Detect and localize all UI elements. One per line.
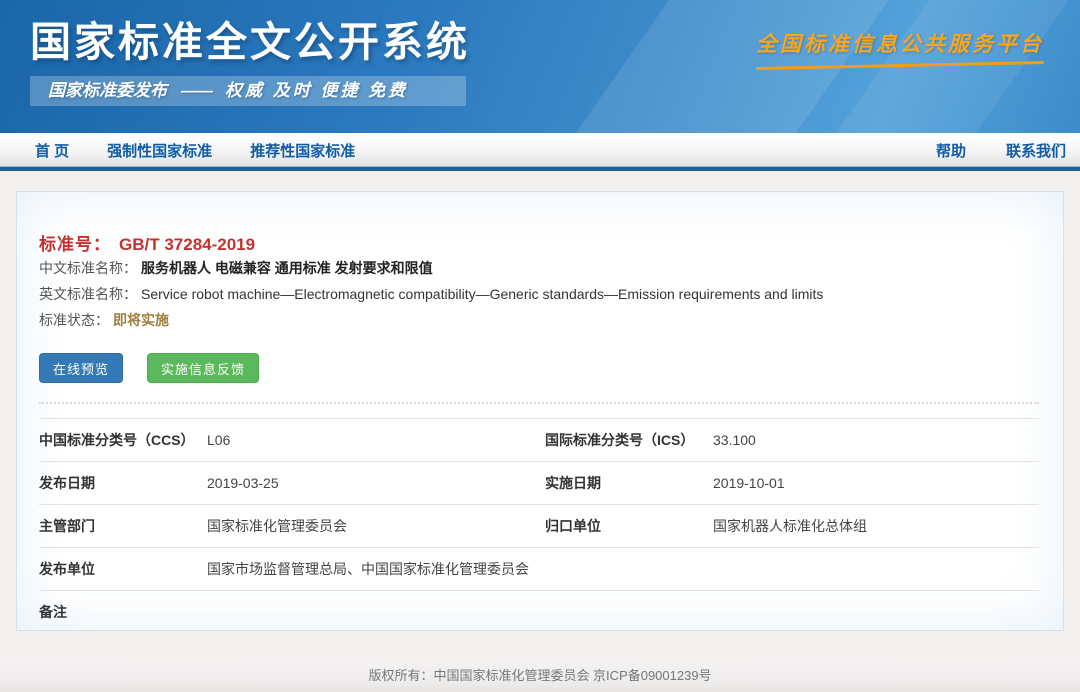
- ics-value: 33.100: [713, 419, 1039, 462]
- table-row-remarks: 备注: [39, 591, 1039, 634]
- table-row-classification: 中国标准分类号（CCS） L06 国际标准分类号（ICS） 33.100: [39, 419, 1039, 462]
- en-name-label: 英文标准名称：: [39, 286, 137, 302]
- ics-label: 国际标准分类号（ICS）: [545, 419, 713, 462]
- ccs-label: 中国标准分类号（CCS）: [39, 419, 207, 462]
- table-row-publisher: 发布单位 国家市场监督管理总局、中国国家标准化管理委员会: [39, 548, 1039, 591]
- implement-date-value: 2019-10-01: [713, 462, 1039, 505]
- navbar-left: 首 页 强制性国家标准 推荐性国家标准: [35, 140, 355, 161]
- en-name-line: 英文标准名称：Service robot machine—Electromagn…: [39, 281, 1039, 307]
- platform-link[interactable]: 全国标准信息公共服务平台: [756, 28, 1044, 67]
- centralized-unit-value: 国家机器人标准化总体组: [713, 505, 1039, 548]
- page-footer: 版权所有：中国国家标准化管理委员会 京ICP备09001239号: [0, 656, 1080, 692]
- competent-dept-value: 国家标准化管理委员会: [207, 505, 545, 548]
- dotted-divider: [39, 402, 1039, 404]
- remarks-value: [207, 591, 1039, 634]
- competent-dept-label: 主管部门: [39, 505, 207, 548]
- site-banner: 国家标准全文公开系统 全国标准信息公共服务平台 国家标准委发布 —— 权威 及时 便…: [0, 0, 1080, 133]
- ccs-value: L06: [207, 419, 545, 462]
- main-navbar: 首 页 强制性国家标准 推荐性国家标准 帮助 联系我们: [0, 133, 1080, 166]
- site-title: 国家标准全文公开系统: [30, 8, 470, 68]
- publisher-label: 发布单位: [39, 548, 207, 591]
- cn-name-value: 服务机器人 电磁兼容 通用标准 发射要求和限值: [141, 260, 433, 276]
- subtitle-dash: ——: [181, 81, 211, 100]
- online-preview-button[interactable]: 在线预览: [39, 353, 123, 383]
- nav-item-contact[interactable]: 联系我们: [1006, 140, 1066, 161]
- cn-name-line: 中文标准名称：服务机器人 电磁兼容 通用标准 发射要求和限值: [39, 255, 1039, 281]
- implementation-feedback-button[interactable]: 实施信息反馈: [147, 353, 259, 383]
- table-row-departments: 主管部门 国家标准化管理委员会 归口单位 国家机器人标准化总体组: [39, 505, 1039, 548]
- publish-date-value: 2019-03-25: [207, 462, 545, 505]
- publisher-value: 国家市场监督管理总局、中国国家标准化管理委员会: [207, 548, 1039, 591]
- publish-date-label: 发布日期: [39, 462, 207, 505]
- en-name-value: Service robot machine—Electromagnetic co…: [141, 286, 823, 302]
- standard-info-table: 中国标准分类号（CCS） L06 国际标准分类号（ICS） 33.100 发布日…: [39, 418, 1039, 633]
- action-button-row: 在线预览 实施信息反馈: [39, 353, 1039, 383]
- platform-link-text: 全国标准信息公共服务平台: [756, 28, 1044, 58]
- nav-item-help[interactable]: 帮助: [936, 140, 966, 161]
- standard-number-line: 标准号： GB/T 37284-2019: [39, 230, 1039, 255]
- standard-number-value: GB/T 37284-2019: [119, 235, 255, 254]
- content-area: 标准号： GB/T 37284-2019 中文标准名称：服务机器人 电磁兼容 通用…: [0, 171, 1080, 645]
- cn-name-label: 中文标准名称：: [39, 260, 137, 276]
- nav-item-mandatory-standards[interactable]: 强制性国家标准: [107, 140, 212, 161]
- standard-number-label: 标准号：: [39, 235, 111, 254]
- centralized-unit-label: 归口单位: [545, 505, 713, 548]
- implement-date-label: 实施日期: [545, 462, 713, 505]
- table-row-dates: 发布日期 2019-03-25 实施日期 2019-10-01: [39, 462, 1039, 505]
- nav-item-home[interactable]: 首 页: [35, 140, 69, 161]
- banner-subtitle: 国家标准委发布 —— 权威 及时 便捷 免费: [30, 76, 466, 106]
- navbar-right: 帮助 联系我们: [936, 140, 1066, 161]
- nav-item-recommended-standards[interactable]: 推荐性国家标准: [250, 140, 355, 161]
- standard-detail-card: 标准号： GB/T 37284-2019 中文标准名称：服务机器人 电磁兼容 通用…: [16, 191, 1064, 631]
- status-label: 标准状态：: [39, 312, 109, 328]
- status-line: 标准状态：即将实施: [39, 307, 1039, 333]
- subtitle-slogan: 权威 及时 便捷 免费: [225, 81, 408, 100]
- remarks-label: 备注: [39, 591, 207, 634]
- subtitle-publisher: 国家标准委发布: [48, 81, 167, 100]
- status-badge: 即将实施: [113, 312, 169, 328]
